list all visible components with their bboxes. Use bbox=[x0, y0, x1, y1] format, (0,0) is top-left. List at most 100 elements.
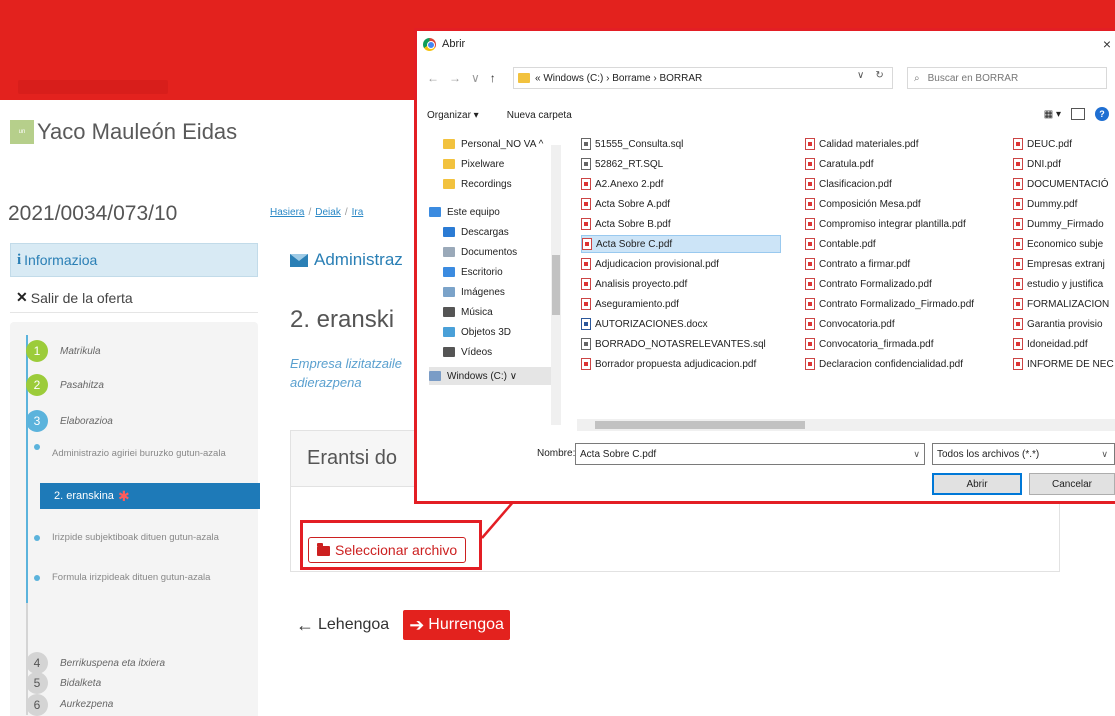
new-folder-button[interactable]: Nueva carpeta bbox=[507, 110, 572, 121]
step-2-circle: 2 bbox=[26, 374, 48, 396]
step-2-label[interactable]: Pasahitza bbox=[60, 380, 104, 391]
nav-item[interactable]: Objetos 3D bbox=[443, 323, 511, 341]
filename-label: Nombre: bbox=[537, 448, 576, 459]
file-item[interactable]: Composición Mesa.pdf bbox=[805, 195, 921, 213]
step-6-circle: 6 bbox=[26, 694, 48, 716]
file-item[interactable]: Borrador propuesta adjudicacion.pdf bbox=[581, 355, 756, 373]
organize-button[interactable]: Organizar ▾ bbox=[427, 110, 479, 121]
file-name: Acta Sobre A.pdf bbox=[595, 198, 671, 210]
file-item[interactable]: Contrato a firmar.pdf bbox=[805, 255, 910, 273]
file-item[interactable]: Contrato Formalizado_Firmado.pdf bbox=[805, 295, 974, 313]
user-name: Yaco Mauleón Eidas bbox=[37, 119, 238, 144]
file-item[interactable]: estudio y justifica bbox=[1013, 275, 1103, 293]
file-item[interactable]: Aseguramiento.pdf bbox=[581, 295, 679, 313]
substep-formula[interactable]: Formula irizpideak dituen gutun-azala bbox=[52, 571, 210, 585]
substep-subjective[interactable]: Irizpide subjektiboak dituen gutun-azala bbox=[52, 531, 219, 545]
refresh-controls[interactable]: ∨ ↻ bbox=[857, 70, 884, 81]
horizontal-scrollbar[interactable] bbox=[577, 419, 1115, 431]
file-item[interactable]: Clasificacion.pdf bbox=[805, 175, 892, 193]
breadcrumb-current[interactable]: Ira bbox=[352, 207, 364, 218]
nav-item[interactable]: Este equipo bbox=[429, 203, 500, 221]
file-item[interactable]: Contable.pdf bbox=[805, 235, 876, 253]
step-3-label[interactable]: Elaborazioa bbox=[60, 416, 113, 427]
cancel-button[interactable]: Cancelar bbox=[1029, 473, 1115, 495]
breadcrumb-home[interactable]: Hasiera bbox=[270, 207, 304, 218]
file-item[interactable]: Empresas extranj bbox=[1013, 255, 1105, 273]
file-item[interactable]: INFORME DE NEC bbox=[1013, 355, 1114, 373]
pdf-file-icon bbox=[1013, 318, 1023, 330]
file-item[interactable]: BORRADO_NOTASRELEVANTES.sql bbox=[581, 335, 766, 353]
hscroll-thumb[interactable] bbox=[595, 421, 805, 429]
file-item[interactable]: A2.Anexo 2.pdf bbox=[581, 175, 663, 193]
step-6-label[interactable]: Aurkezpena bbox=[60, 699, 113, 710]
file-item[interactable]: Dummy_Firmado bbox=[1013, 215, 1104, 233]
file-item[interactable]: Economico subje bbox=[1013, 235, 1103, 253]
nav-item[interactable]: Recordings bbox=[443, 175, 512, 193]
info-button[interactable]: i Informazioa bbox=[10, 243, 258, 277]
filename-input[interactable]: Acta Sobre C.pdf ∨ bbox=[575, 443, 925, 465]
up-arrow-icon[interactable]: ↑ bbox=[490, 71, 496, 85]
nav-item[interactable]: Descargas bbox=[443, 223, 509, 241]
file-item[interactable]: AUTORIZACIONES.docx bbox=[581, 315, 708, 333]
file-item[interactable]: Compromiso integrar plantilla.pdf bbox=[805, 215, 966, 233]
nav-item[interactable]: Pixelware bbox=[443, 155, 504, 173]
step-5-label[interactable]: Bidalketa bbox=[60, 678, 101, 689]
dialog-close-button[interactable]: × bbox=[1103, 36, 1111, 52]
file-item[interactable]: DEUC.pdf bbox=[1013, 135, 1072, 153]
nav-item[interactable]: Vídeos bbox=[443, 343, 492, 361]
nav-item-label: Escritorio bbox=[461, 266, 503, 278]
preview-pane-icon[interactable] bbox=[1071, 108, 1085, 120]
nav-item-label: Windows (C:) ∨ bbox=[447, 370, 518, 382]
file-item[interactable]: Caratula.pdf bbox=[805, 155, 873, 173]
address-bar[interactable]: « Windows (C:) › Borrame › BORRAR bbox=[513, 67, 893, 89]
file-item[interactable]: Garantia provisio bbox=[1013, 315, 1103, 333]
substep-admin-docs[interactable]: Administrazio agiriei buruzko gutun-azal… bbox=[52, 447, 252, 461]
sql-file-icon bbox=[581, 138, 591, 150]
chevron-down-icon[interactable]: ∨ bbox=[913, 449, 920, 460]
file-item[interactable]: Adjudicacion provisional.pdf bbox=[581, 255, 719, 273]
exit-offer-button[interactable]: ✕ Salir de la oferta bbox=[10, 283, 258, 313]
file-item[interactable]: 51555_Consulta.sql bbox=[581, 135, 683, 153]
file-item[interactable]: Dummy.pdf bbox=[1013, 195, 1077, 213]
file-item[interactable]: DOCUMENTACIÓ bbox=[1013, 175, 1108, 193]
view-options-icon[interactable]: ▦ ▾ bbox=[1044, 109, 1061, 120]
nav-item[interactable]: Música bbox=[443, 303, 493, 321]
file-item[interactable]: Declaracion confidencialidad.pdf bbox=[805, 355, 963, 373]
nav-item[interactable]: Documentos bbox=[443, 243, 517, 261]
pdf-file-icon bbox=[1013, 138, 1023, 150]
help-icon[interactable]: ? bbox=[1095, 107, 1109, 121]
file-item[interactable]: DNI.pdf bbox=[1013, 155, 1061, 173]
step-1-label[interactable]: Matrikula bbox=[60, 346, 101, 357]
file-item[interactable]: Idoneidad.pdf bbox=[1013, 335, 1088, 353]
file-item[interactable]: Convocatoria_firmada.pdf bbox=[805, 335, 934, 353]
nav-item[interactable]: Windows (C:) ∨ bbox=[429, 367, 551, 385]
filetype-select[interactable]: Todos los archivos (*.*) ∨ bbox=[932, 443, 1115, 465]
nav-scroll-thumb[interactable] bbox=[552, 255, 560, 315]
folder-icon bbox=[443, 327, 455, 337]
file-item[interactable]: Analisis proyecto.pdf bbox=[581, 275, 687, 293]
back-arrow-icon[interactable]: ← bbox=[427, 71, 439, 85]
substep-eranskina-active[interactable]: 2. eranskina ✱ bbox=[40, 483, 260, 509]
pdf-file-icon bbox=[581, 178, 591, 190]
file-item-selected[interactable]: Acta Sobre C.pdf bbox=[581, 235, 781, 253]
file-item[interactable]: Contrato Formalizado.pdf bbox=[805, 275, 932, 293]
step-4-label[interactable]: Berrikuspena eta itxiera bbox=[60, 658, 165, 669]
file-item[interactable]: 52862_RT.SQL bbox=[581, 155, 663, 173]
file-name: FORMALIZACION bbox=[1027, 298, 1110, 310]
file-item[interactable]: Acta Sobre B.pdf bbox=[581, 215, 671, 233]
next-button[interactable]: ➔ Hurrengoa bbox=[403, 610, 510, 640]
forward-arrow-icon[interactable]: → bbox=[449, 71, 461, 85]
nav-item[interactable]: Imágenes bbox=[443, 283, 505, 301]
previous-button[interactable]: ← Lehengoa bbox=[296, 615, 389, 636]
file-item[interactable]: FORMALIZACION bbox=[1013, 295, 1109, 313]
breadcrumb-deiak[interactable]: Deiak bbox=[315, 207, 341, 218]
nav-item[interactable]: Escritorio bbox=[443, 263, 503, 281]
nav-item[interactable]: Personal_NO VA ^ bbox=[443, 135, 543, 153]
file-item[interactable]: Calidad materiales.pdf bbox=[805, 135, 919, 153]
file-item[interactable]: Acta Sobre A.pdf bbox=[581, 195, 670, 213]
history-dropdown-icon[interactable]: ∨ bbox=[471, 71, 480, 85]
search-input[interactable]: ⌕ Buscar en BORRAR bbox=[907, 67, 1107, 89]
nav-scrollbar[interactable] bbox=[551, 145, 561, 425]
file-item[interactable]: Convocatoria.pdf bbox=[805, 315, 895, 333]
open-button[interactable]: Abrir bbox=[932, 473, 1022, 495]
